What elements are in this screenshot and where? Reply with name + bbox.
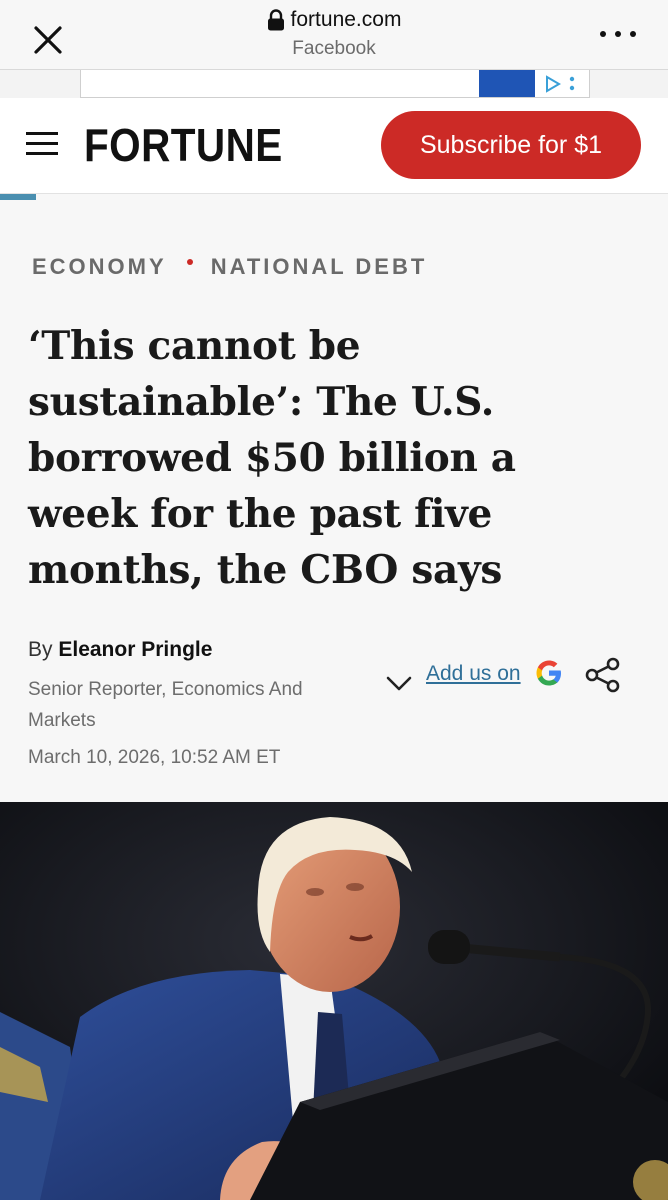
menu-icon[interactable] bbox=[26, 132, 58, 156]
more-options-button[interactable] bbox=[600, 22, 636, 46]
url-source: Facebook bbox=[292, 38, 376, 59]
chevron-down-icon[interactable] bbox=[384, 672, 414, 694]
ad-more-icon bbox=[569, 76, 575, 91]
author-role: Senior Reporter, Economics And Markets bbox=[28, 679, 303, 731]
author-name[interactable]: Eleanor Pringle bbox=[58, 638, 212, 661]
subscribe-button[interactable]: Subscribe for $1 bbox=[381, 111, 641, 179]
byline: By Eleanor Pringle bbox=[28, 638, 212, 662]
ad-choices[interactable] bbox=[539, 72, 583, 96]
site-header: FORTUNE Subscribe for $1 bbox=[0, 98, 668, 194]
ad-image[interactable] bbox=[479, 70, 535, 97]
share-icon[interactable] bbox=[584, 656, 622, 694]
ad-banner[interactable] bbox=[0, 70, 668, 98]
site-logo[interactable]: FORTUNE bbox=[84, 118, 283, 172]
photo-speaker-at-podium bbox=[0, 802, 668, 1200]
separator-dot bbox=[186, 259, 193, 265]
category-breadcrumb: ECONOMY NATIONAL DEBT bbox=[32, 254, 427, 280]
publish-date: March 10, 2026, 10:52 AM ET bbox=[28, 747, 281, 768]
adchoices-icon bbox=[546, 75, 561, 93]
hero-image[interactable] bbox=[0, 802, 668, 1200]
address-bar[interactable]: fortune.com Facebook bbox=[0, 8, 668, 60]
add-us-on-google-link[interactable]: Add us on bbox=[426, 662, 521, 686]
byline-prefix: By bbox=[28, 638, 53, 661]
more-icon bbox=[600, 31, 606, 37]
article-header: ECONOMY NATIONAL DEBT ‘This cannot be su… bbox=[0, 200, 668, 802]
category-link-national-debt[interactable]: NATIONAL DEBT bbox=[211, 254, 428, 280]
browser-toolbar: fortune.com Facebook bbox=[0, 0, 668, 70]
article-headline: ‘This cannot be sustainable’: The U.S. b… bbox=[28, 323, 516, 593]
category-link-economy[interactable]: ECONOMY bbox=[32, 254, 167, 280]
ad-container[interactable] bbox=[80, 70, 590, 98]
lock-icon bbox=[267, 9, 284, 31]
google-icon[interactable] bbox=[534, 658, 564, 688]
url-domain: fortune.com bbox=[290, 8, 402, 31]
